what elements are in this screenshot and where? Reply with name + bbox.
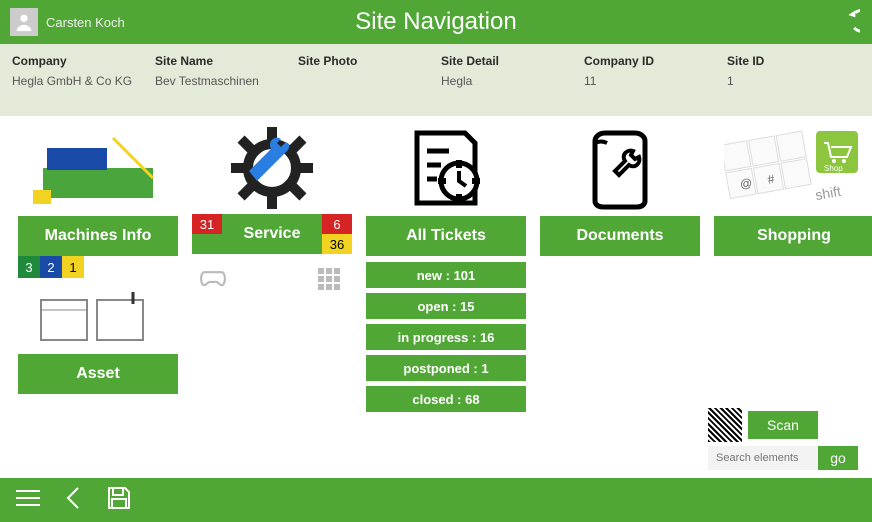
- service-label: Service: [192, 214, 352, 254]
- main-area: Machines Info 3 2 1 Asset 31 6 36 Servic…: [0, 116, 872, 478]
- ticket-row-open[interactable]: open : 15: [366, 293, 526, 319]
- ticket-row-postponed[interactable]: postponed : 1: [366, 355, 526, 381]
- sitedetail-label: Site Detail: [441, 54, 574, 68]
- menu-icon[interactable]: [14, 487, 42, 514]
- page-title: Site Navigation: [355, 8, 516, 36]
- siteid-label: Site ID: [727, 54, 860, 68]
- sitedetail-value: Hegla: [441, 74, 574, 88]
- shopping-button[interactable]: Shopping: [714, 216, 872, 256]
- machines-badges: 3 2 1: [18, 256, 84, 278]
- asset-button[interactable]: Asset: [18, 354, 178, 394]
- company-value: Hegla GmbH & Co KG: [12, 74, 145, 88]
- companyid-value: 11: [584, 74, 717, 88]
- documents-image: [550, 122, 690, 214]
- site-info-bar: Company Hegla GmbH & Co KG Site Name Bev T…: [0, 44, 872, 116]
- sitename-label: Site Name: [155, 54, 288, 68]
- sitephoto-label: Site Photo: [298, 54, 431, 68]
- qr-icon: [708, 408, 742, 442]
- back-icon[interactable]: [64, 484, 84, 517]
- search-input[interactable]: [708, 446, 818, 470]
- bottom-bar: [0, 478, 872, 522]
- tickets-tile: All Tickets new : 101 open : 15 in progr…: [366, 122, 526, 478]
- grid-icon[interactable]: [318, 268, 344, 294]
- tickets-button[interactable]: All Tickets: [366, 216, 526, 256]
- svg-text:@: @: [739, 176, 753, 192]
- documents-tile: Documents: [540, 122, 700, 478]
- machines-badge-1: 3: [18, 256, 40, 278]
- documents-button[interactable]: Documents: [540, 216, 700, 256]
- machines-badge-3: 1: [62, 256, 84, 278]
- machines-tile: Machines Info 3 2 1 Asset: [18, 122, 178, 478]
- siteid-value: 1: [727, 74, 860, 88]
- company-label: Company: [12, 54, 145, 68]
- asset-image: [28, 286, 168, 350]
- ticket-row-new[interactable]: new : 101: [366, 262, 526, 288]
- svg-text:Shop: Shop: [824, 164, 843, 173]
- companyid-label: Company ID: [584, 54, 717, 68]
- sitename-value: Bev Testmaschinen: [155, 74, 288, 88]
- user-name: Carsten Koch: [46, 15, 125, 30]
- avatar[interactable]: [10, 8, 38, 36]
- go-button[interactable]: go: [818, 446, 858, 470]
- machines-image: [28, 122, 168, 214]
- service-button[interactable]: 31 6 36 Service: [192, 214, 352, 254]
- controller-icon[interactable]: [200, 270, 226, 290]
- svg-text:shift: shift: [814, 183, 842, 203]
- service-tile: 31 6 36 Service: [192, 122, 352, 478]
- service-image: [202, 122, 342, 214]
- scan-button[interactable]: Scan: [748, 411, 818, 439]
- search-area: Scan go: [708, 408, 858, 470]
- header-bar: Carsten Koch Site Navigation: [0, 0, 872, 44]
- shopping-image: @#Shopshift: [724, 122, 864, 214]
- save-icon[interactable]: [106, 485, 132, 516]
- refresh-icon[interactable]: [832, 8, 860, 36]
- ticket-status-list: new : 101 open : 15 in progress : 16 pos…: [366, 262, 526, 412]
- machines-badge-2: 2: [40, 256, 62, 278]
- ticket-row-closed[interactable]: closed : 68: [366, 386, 526, 412]
- tickets-image: [376, 122, 516, 214]
- machines-button[interactable]: Machines Info: [18, 216, 178, 256]
- ticket-row-progress[interactable]: in progress : 16: [366, 324, 526, 350]
